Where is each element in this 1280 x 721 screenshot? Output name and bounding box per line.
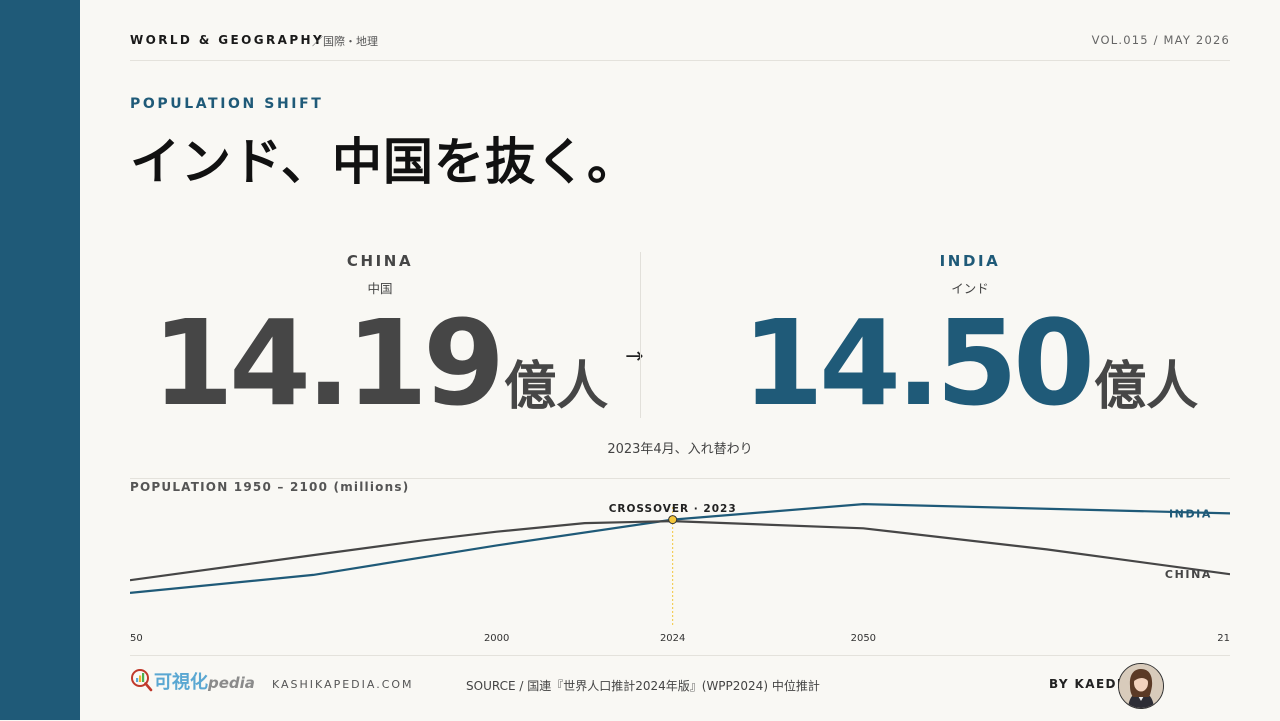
- author-byline: BY KAEDE: [1049, 677, 1127, 691]
- section-label-jp: ／国際・地理: [312, 35, 378, 48]
- population-line-chart: CROSSOVER · 2023 INDIA CHINA 1950 2000 2024 20…: [130, 503, 1230, 644]
- china-name-en: CHINA: [346, 252, 414, 270]
- crossover-label: CROSSOVER · 2023: [609, 503, 737, 515]
- kicker: POPULATION SHIFT: [130, 96, 324, 112]
- logo-pedia: pedia: [208, 674, 255, 692]
- chart-title: POPULATION 1950 – 2100 (millions): [130, 480, 410, 494]
- magnifier-chart-icon: [131, 669, 153, 692]
- author-avatar: [1118, 663, 1164, 709]
- site-link[interactable]: KASHIKAPEDIA.COM: [272, 678, 414, 691]
- stat-divider: [640, 252, 641, 418]
- x-tick-label: 2024: [660, 633, 685, 644]
- crossover-note: 2023年4月、入れ替わり: [607, 442, 753, 457]
- page-title: インド、中国を抜く。: [130, 133, 638, 191]
- china-population-unit: 億人: [504, 357, 609, 417]
- india-series-label: INDIA: [1169, 507, 1212, 520]
- china-series-label: CHINA: [1165, 568, 1212, 581]
- china-series-line: [130, 520, 1230, 582]
- issue-volume: VOL.015 / MAY 2026: [1091, 33, 1230, 47]
- x-tick-label: 2000: [484, 633, 509, 644]
- chart-top-rule: [130, 478, 1230, 479]
- logo[interactable]: 可視化pedia: [154, 668, 255, 694]
- india-name-en: INDIA: [939, 252, 1001, 270]
- india-population-value: 14.50: [741, 294, 1095, 432]
- india-stat: INDIA インド 14.50億人: [720, 252, 1220, 423]
- footer: 可視化pedia KASHIKAPEDIA.COM SOURCE / 国連『世界…: [130, 655, 1230, 721]
- section-label: WORLD & GEOGRAPHY: [130, 33, 325, 47]
- sidebar-band: [0, 0, 80, 720]
- china-population-value: 14.19: [151, 294, 505, 432]
- x-tick-label: 2050: [851, 633, 876, 644]
- main-content: WORLD & GEOGRAPHY ／国際・地理 VOL.015 / MAY 2…: [130, 0, 1230, 720]
- crossover-marker: [668, 515, 678, 525]
- logo-main: 可視化: [154, 672, 208, 693]
- x-tick-label: 1950: [130, 633, 143, 644]
- india-population-unit: 億人: [1094, 357, 1199, 417]
- x-tick-label: 2100: [1217, 633, 1230, 644]
- india-series-line: [130, 503, 1230, 594]
- china-stat: CHINA 中国 14.19億人: [130, 252, 630, 423]
- top-bar: WORLD & GEOGRAPHY ／国際・地理 VOL.015 / MAY 2…: [130, 30, 1230, 61]
- source-note: SOURCE / 国連『世界人口推計2024年版』(WPP2024) 中位推計: [466, 679, 820, 693]
